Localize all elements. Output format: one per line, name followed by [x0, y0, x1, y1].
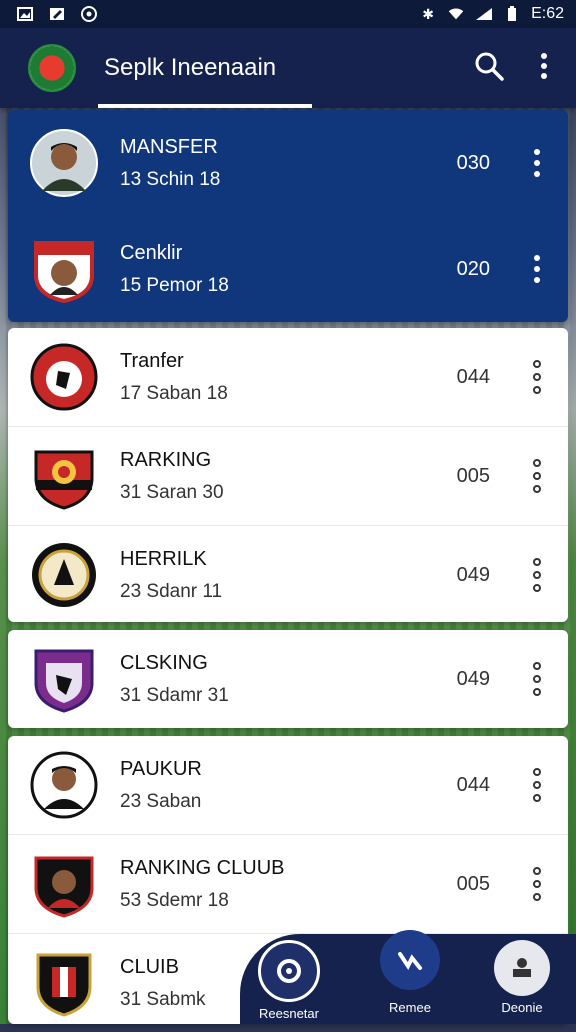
item-subtitle: 23 Sdanr 11: [120, 580, 223, 602]
nav-label: Remee: [389, 1000, 431, 1015]
item-subtitle: 53 Sdemr 18: [120, 889, 229, 911]
item-subtitle: 17 Saban 18: [120, 382, 228, 404]
app-bar: Seplk Ineenaain: [0, 28, 576, 108]
list-item[interactable]: RARKING 31 Saran 30 005: [8, 427, 568, 526]
list-card: CLSKING 31 Sdamr 31 049: [8, 630, 568, 728]
more-vertical-icon[interactable]: [526, 360, 548, 394]
ball-icon: [380, 930, 440, 990]
more-vertical-icon[interactable]: [526, 768, 548, 802]
nav-label: Reesnetar: [259, 1006, 319, 1021]
player-avatar: [30, 129, 98, 197]
list-item[interactable]: RANKING CLUUB 53 Sdemr 18 005: [8, 835, 568, 934]
item-count: 049: [456, 667, 490, 690]
status-bar: ✱ E:62: [0, 0, 576, 28]
nav-item-ball[interactable]: Remee: [380, 930, 440, 1015]
club-badge-icon: [30, 645, 98, 713]
item-count: 049: [456, 563, 490, 586]
item-count: 020: [456, 257, 490, 280]
nav-label: Deonie: [501, 1000, 543, 1015]
club-badge-icon: [30, 442, 98, 510]
list-card: Tranfer 17 Saban 18 044 RARKING 31 Saran…: [8, 328, 568, 622]
item-count: 044: [456, 773, 490, 796]
item-subtitle: 31 Saran 30: [120, 481, 224, 503]
list-item[interactable]: Tranfer 17 Saban 18 044: [8, 328, 568, 427]
settings-icon: [80, 6, 98, 22]
item-count: 030: [456, 151, 490, 174]
item-subtitle: 15 Pemor 18: [120, 274, 229, 296]
profile-icon: [494, 940, 550, 996]
club-badge-icon: [30, 949, 98, 1017]
club-badge-icon: [30, 235, 98, 303]
more-vertical-icon[interactable]: [526, 255, 548, 283]
item-title: Cenklir: [120, 241, 183, 264]
status-time: E:62: [531, 5, 564, 22]
more-vertical-icon[interactable]: [526, 558, 548, 592]
item-title: RANKING CLUUB: [120, 856, 285, 879]
nav-item-home[interactable]: Reesnetar: [258, 940, 320, 1021]
list-item[interactable]: Cenklir 15 Pemor 18 020: [8, 216, 568, 322]
item-subtitle: 23 Saban: [120, 790, 202, 812]
item-subtitle: 31 Sdamr 31: [120, 684, 229, 706]
player-avatar: [30, 751, 98, 819]
bluetooth-icon: ✱: [422, 5, 434, 22]
list-item[interactable]: MANSFER 13 Schin 18 030: [8, 110, 568, 216]
highlighted-card: MANSFER 13 Schin 18 030 Cenklir 15 Pemor…: [8, 110, 568, 322]
list-item[interactable]: CLSKING 31 Sdamr 31 049: [8, 630, 568, 728]
item-title: RARKING: [120, 448, 212, 471]
battery-icon: [503, 6, 521, 22]
club-badge-icon: [30, 343, 98, 411]
item-title: Tranfer: [120, 349, 184, 372]
item-title: CLSKING: [120, 651, 208, 674]
item-subtitle: 13 Schin 18: [120, 168, 221, 190]
app-logo[interactable]: [28, 44, 76, 92]
home-icon: [258, 940, 320, 1002]
more-vertical-icon[interactable]: [526, 459, 548, 493]
wifi-icon: [447, 6, 465, 22]
nav-item-profile[interactable]: Deonie: [494, 940, 550, 1015]
tab-indicator: [98, 104, 312, 108]
more-vertical-icon[interactable]: [526, 662, 548, 696]
club-badge-icon: [30, 541, 98, 609]
item-title: PAUKUR: [120, 757, 202, 780]
item-count: 005: [456, 464, 490, 487]
more-vertical-icon[interactable]: [540, 52, 548, 85]
item-title: HERRILK: [120, 547, 207, 570]
image-icon: [16, 6, 34, 22]
item-subtitle: 31 Sabmk: [120, 988, 206, 1010]
item-title: MANSFER: [120, 135, 218, 158]
more-vertical-icon[interactable]: [526, 149, 548, 177]
item-title: CLUIB: [120, 955, 179, 978]
app-title: Seplk Ineenaain: [104, 54, 277, 81]
more-vertical-icon[interactable]: [526, 867, 548, 901]
list-item[interactable]: HERRILK 23 Sdanr 11 049: [8, 526, 568, 624]
bottom-navigation: Reesnetar Remee Deonie: [240, 930, 576, 1024]
signal-icon: [475, 6, 493, 22]
search-icon[interactable]: [474, 51, 504, 86]
club-badge-icon: [30, 850, 98, 918]
list-item[interactable]: PAUKUR 23 Saban 044: [8, 736, 568, 835]
item-count: 005: [456, 872, 490, 895]
item-count: 044: [456, 365, 490, 388]
edit-icon: [48, 6, 66, 22]
